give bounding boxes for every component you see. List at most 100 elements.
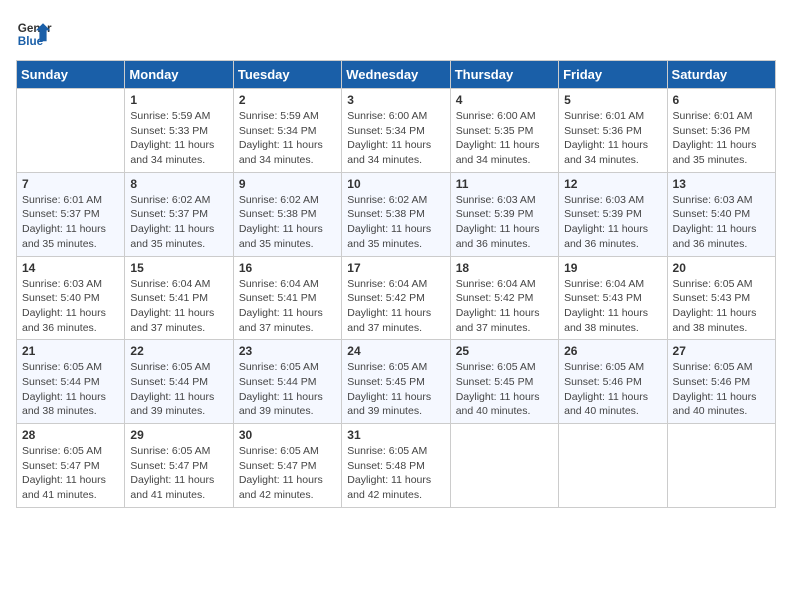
weekday-label: Wednesday (342, 61, 450, 89)
calendar-cell (450, 424, 558, 508)
day-number: 10 (347, 177, 444, 191)
day-info: Sunrise: 6:02 AM Sunset: 5:38 PM Dayligh… (239, 193, 336, 252)
weekday-label: Monday (125, 61, 233, 89)
day-number: 19 (564, 261, 661, 275)
day-number: 29 (130, 428, 227, 442)
day-number: 25 (456, 344, 553, 358)
calendar-cell: 17 Sunrise: 6:04 AM Sunset: 5:42 PM Dayli… (342, 256, 450, 340)
day-number: 7 (22, 177, 119, 191)
day-number: 13 (673, 177, 770, 191)
calendar-cell: 1Sunrise: 5:59 AM Sunset: 5:33 PM Daylig… (125, 89, 233, 173)
day-info: Sunrise: 6:00 AM Sunset: 5:35 PM Dayligh… (456, 109, 553, 168)
day-number: 23 (239, 344, 336, 358)
day-number: 24 (347, 344, 444, 358)
day-number: 21 (22, 344, 119, 358)
calendar-cell: 28 Sunrise: 6:05 AM Sunset: 5:47 PM Dayli… (17, 424, 125, 508)
calendar-week-row: 1Sunrise: 5:59 AM Sunset: 5:33 PM Daylig… (17, 89, 776, 173)
day-info: Sunrise: 6:04 AM Sunset: 5:41 PM Dayligh… (130, 277, 227, 336)
day-info: Sunrise: 6:05 AM Sunset: 5:47 PM Dayligh… (239, 444, 336, 503)
day-info: Sunrise: 6:02 AM Sunset: 5:38 PM Dayligh… (347, 193, 444, 252)
calendar-cell: 25 Sunrise: 6:05 AM Sunset: 5:45 PM Dayli… (450, 340, 558, 424)
calendar-cell (667, 424, 775, 508)
logo: General Blue (16, 16, 52, 52)
calendar-cell: 3 Sunrise: 6:00 AM Sunset: 5:34 PM Daylig… (342, 89, 450, 173)
day-number: 14 (22, 261, 119, 275)
day-info: Sunrise: 6:00 AM Sunset: 5:34 PM Dayligh… (347, 109, 444, 168)
day-number: 18 (456, 261, 553, 275)
calendar-cell: 6 Sunrise: 6:01 AM Sunset: 5:36 PM Daylig… (667, 89, 775, 173)
calendar-body: 1Sunrise: 5:59 AM Sunset: 5:33 PM Daylig… (17, 89, 776, 508)
calendar-cell (17, 89, 125, 173)
calendar-cell: 27 Sunrise: 6:05 AM Sunset: 5:46 PM Dayli… (667, 340, 775, 424)
day-info: Sunrise: 5:59 AM Sunset: 5:34 PM Dayligh… (239, 109, 336, 168)
calendar-week-row: 21 Sunrise: 6:05 AM Sunset: 5:44 PM Dayli… (17, 340, 776, 424)
day-info: Sunrise: 6:03 AM Sunset: 5:39 PM Dayligh… (564, 193, 661, 252)
day-number: 6 (673, 93, 770, 107)
calendar-week-row: 28 Sunrise: 6:05 AM Sunset: 5:47 PM Dayli… (17, 424, 776, 508)
day-info: Sunrise: 6:03 AM Sunset: 5:40 PM Dayligh… (673, 193, 770, 252)
calendar-cell: 15 Sunrise: 6:04 AM Sunset: 5:41 PM Dayli… (125, 256, 233, 340)
weekday-label: Thursday (450, 61, 558, 89)
calendar-cell: 29 Sunrise: 6:05 AM Sunset: 5:47 PM Dayli… (125, 424, 233, 508)
day-info: Sunrise: 6:04 AM Sunset: 5:43 PM Dayligh… (564, 277, 661, 336)
calendar-cell: 30 Sunrise: 6:05 AM Sunset: 5:47 PM Dayli… (233, 424, 341, 508)
day-number: 16 (239, 261, 336, 275)
calendar-cell: 14 Sunrise: 6:03 AM Sunset: 5:40 PM Dayli… (17, 256, 125, 340)
day-number: 12 (564, 177, 661, 191)
day-info: Sunrise: 6:03 AM Sunset: 5:40 PM Dayligh… (22, 277, 119, 336)
day-number: 26 (564, 344, 661, 358)
calendar-cell: 22Sunrise: 6:05 AM Sunset: 5:44 PM Dayli… (125, 340, 233, 424)
day-info: Sunrise: 6:05 AM Sunset: 5:46 PM Dayligh… (564, 360, 661, 419)
day-number: 31 (347, 428, 444, 442)
day-number: 5 (564, 93, 661, 107)
day-number: 27 (673, 344, 770, 358)
day-info: Sunrise: 6:02 AM Sunset: 5:37 PM Dayligh… (130, 193, 227, 252)
day-info: Sunrise: 6:05 AM Sunset: 5:45 PM Dayligh… (347, 360, 444, 419)
calendar-week-row: 7 Sunrise: 6:01 AM Sunset: 5:37 PM Daylig… (17, 172, 776, 256)
weekday-header-row: SundayMondayTuesdayWednesdayThursdayFrid… (17, 61, 776, 89)
day-number: 17 (347, 261, 444, 275)
day-number: 9 (239, 177, 336, 191)
calendar-cell: 5Sunrise: 6:01 AM Sunset: 5:36 PM Daylig… (559, 89, 667, 173)
calendar-cell: 4 Sunrise: 6:00 AM Sunset: 5:35 PM Daylig… (450, 89, 558, 173)
calendar-cell: 12 Sunrise: 6:03 AM Sunset: 5:39 PM Dayli… (559, 172, 667, 256)
day-number: 1 (130, 93, 227, 107)
calendar-cell: 7 Sunrise: 6:01 AM Sunset: 5:37 PM Daylig… (17, 172, 125, 256)
weekday-label: Saturday (667, 61, 775, 89)
calendar-cell: 9 Sunrise: 6:02 AM Sunset: 5:38 PM Daylig… (233, 172, 341, 256)
calendar-cell: 10 Sunrise: 6:02 AM Sunset: 5:38 PM Dayli… (342, 172, 450, 256)
day-info: Sunrise: 6:05 AM Sunset: 5:47 PM Dayligh… (130, 444, 227, 503)
day-info: Sunrise: 6:05 AM Sunset: 5:45 PM Dayligh… (456, 360, 553, 419)
day-number: 8 (130, 177, 227, 191)
day-info: Sunrise: 6:05 AM Sunset: 5:44 PM Dayligh… (239, 360, 336, 419)
day-info: Sunrise: 6:05 AM Sunset: 5:47 PM Dayligh… (22, 444, 119, 503)
day-info: Sunrise: 6:01 AM Sunset: 5:37 PM Dayligh… (22, 193, 119, 252)
day-number: 15 (130, 261, 227, 275)
calendar-cell (559, 424, 667, 508)
calendar-cell: 8 Sunrise: 6:02 AM Sunset: 5:37 PM Daylig… (125, 172, 233, 256)
day-number: 4 (456, 93, 553, 107)
day-info: Sunrise: 6:04 AM Sunset: 5:42 PM Dayligh… (347, 277, 444, 336)
weekday-label: Tuesday (233, 61, 341, 89)
day-info: Sunrise: 6:01 AM Sunset: 5:36 PM Dayligh… (673, 109, 770, 168)
day-number: 3 (347, 93, 444, 107)
day-info: Sunrise: 6:05 AM Sunset: 5:46 PM Dayligh… (673, 360, 770, 419)
weekday-label: Friday (559, 61, 667, 89)
logo-icon: General Blue (16, 16, 52, 52)
calendar-cell: 23 Sunrise: 6:05 AM Sunset: 5:44 PM Dayli… (233, 340, 341, 424)
weekday-label: Sunday (17, 61, 125, 89)
day-number: 28 (22, 428, 119, 442)
day-number: 30 (239, 428, 336, 442)
calendar-cell: 26 Sunrise: 6:05 AM Sunset: 5:46 PM Dayli… (559, 340, 667, 424)
calendar-cell: 21 Sunrise: 6:05 AM Sunset: 5:44 PM Dayli… (17, 340, 125, 424)
calendar-cell: 31Sunrise: 6:05 AM Sunset: 5:48 PM Dayli… (342, 424, 450, 508)
page-header: General Blue (16, 16, 776, 52)
calendar-cell: 13 Sunrise: 6:03 AM Sunset: 5:40 PM Dayli… (667, 172, 775, 256)
day-info: Sunrise: 6:05 AM Sunset: 5:44 PM Dayligh… (22, 360, 119, 419)
day-number: 11 (456, 177, 553, 191)
calendar-cell: 2 Sunrise: 5:59 AM Sunset: 5:34 PM Daylig… (233, 89, 341, 173)
day-number: 2 (239, 93, 336, 107)
calendar-table: SundayMondayTuesdayWednesdayThursdayFrid… (16, 60, 776, 508)
day-info: Sunrise: 6:04 AM Sunset: 5:42 PM Dayligh… (456, 277, 553, 336)
calendar-cell: 19 Sunrise: 6:04 AM Sunset: 5:43 PM Dayli… (559, 256, 667, 340)
